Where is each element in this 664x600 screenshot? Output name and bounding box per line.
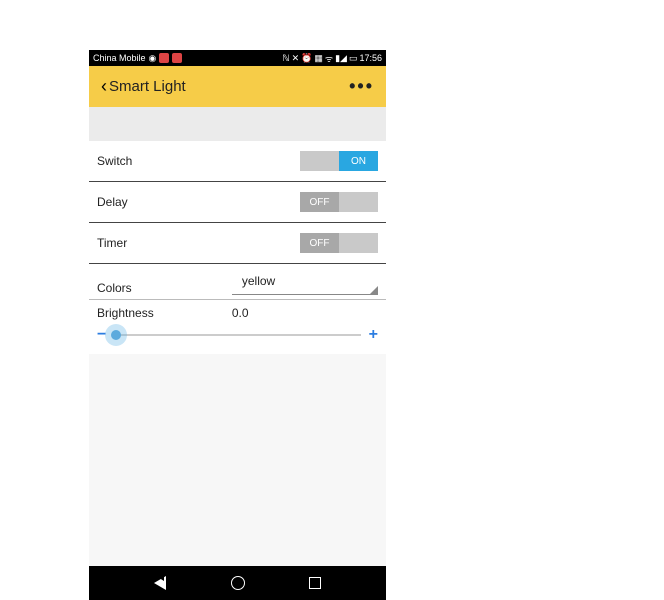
switch-toggle[interactable]: ON xyxy=(300,151,378,171)
timer-row: Timer OFF xyxy=(89,223,386,264)
brightness-slider[interactable] xyxy=(114,334,360,336)
slider-plus-button[interactable]: + xyxy=(369,326,378,344)
signal-icon: ▮◢ xyxy=(335,53,347,64)
app-header: ‹ Smart Light ••• xyxy=(89,66,386,107)
content: Switch ON Delay OFF Timer OFF Colors yel… xyxy=(89,141,386,354)
colors-dropdown[interactable]: yellow xyxy=(232,274,378,295)
back-icon[interactable]: ‹ xyxy=(101,76,107,97)
brightness-label: Brightness xyxy=(97,306,232,320)
delay-on-seg xyxy=(339,192,378,212)
carrier-label: China Mobile xyxy=(93,53,146,63)
clock-label: 17:56 xyxy=(359,53,382,63)
brightness-slider-row: − + xyxy=(89,322,386,354)
switch-on-seg: ON xyxy=(339,151,378,171)
nav-home-icon[interactable] xyxy=(231,576,245,590)
nav-recent-icon[interactable] xyxy=(309,577,321,589)
status-sim-icon: ◉ xyxy=(149,53,157,64)
colors-label: Colors xyxy=(97,281,232,295)
more-button[interactable]: ••• xyxy=(349,76,374,97)
switch-label: Switch xyxy=(97,154,132,168)
timer-toggle[interactable]: OFF xyxy=(300,233,378,253)
delay-toggle[interactable]: OFF xyxy=(300,192,378,212)
delay-row: Delay OFF xyxy=(89,182,386,223)
empty-area xyxy=(89,354,386,566)
switch-row: Switch ON xyxy=(89,141,386,182)
status-bar: China Mobile ◉ ℕ ✕ ⏰ ▦ ᯤ ▮◢ ▭ 17:56 xyxy=(89,50,386,66)
brightness-value: 0.0 xyxy=(232,306,249,320)
sub-header xyxy=(89,107,386,141)
status-app-icon xyxy=(172,53,182,63)
status-app-icon xyxy=(159,53,169,63)
phone-frame: China Mobile ◉ ℕ ✕ ⏰ ▦ ᯤ ▮◢ ▭ 17:56 ‹ Sm… xyxy=(89,50,386,600)
delay-off-seg: OFF xyxy=(300,192,339,212)
page-title: Smart Light xyxy=(109,78,186,95)
timer-on-seg xyxy=(339,233,378,253)
colors-row: Colors yellow xyxy=(89,264,386,300)
dropdown-icon xyxy=(370,286,378,294)
nfc-icon: ℕ xyxy=(282,53,289,64)
switch-off-seg xyxy=(300,151,339,171)
alarm-icon: ⏰ xyxy=(301,53,312,64)
timer-label: Timer xyxy=(97,236,127,250)
delay-label: Delay xyxy=(97,195,128,209)
brightness-row: Brightness 0.0 xyxy=(89,300,386,322)
hd-icon: ▦ xyxy=(314,53,323,64)
slider-thumb[interactable] xyxy=(105,324,127,346)
colors-value: yellow xyxy=(232,274,275,288)
mute-icon: ✕ xyxy=(292,53,300,64)
battery-icon: ▭ xyxy=(349,53,358,64)
wifi-icon: ᯤ xyxy=(325,52,333,65)
nav-back-icon[interactable] xyxy=(154,576,166,590)
timer-off-seg: OFF xyxy=(300,233,339,253)
android-nav-bar xyxy=(89,566,386,600)
